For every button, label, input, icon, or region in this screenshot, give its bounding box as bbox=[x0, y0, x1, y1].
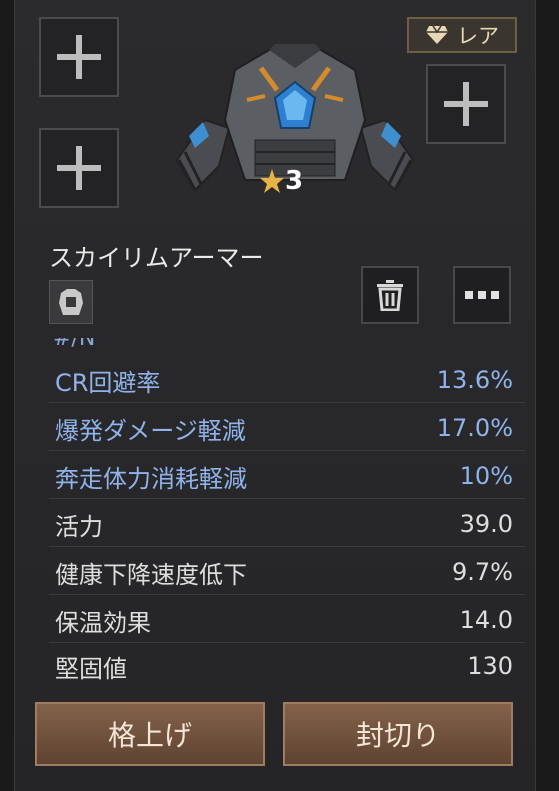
stat-value: 13.6% bbox=[436, 366, 513, 394]
trash-icon bbox=[377, 280, 403, 311]
plus-icon bbox=[57, 35, 101, 79]
stat-label: 奔走体力消耗軽減 bbox=[55, 464, 247, 493]
stat-row: 保温効果 14.0 bbox=[49, 598, 525, 643]
stat-label: 健康下降速度低下 bbox=[55, 560, 247, 589]
armor-category-icon bbox=[49, 280, 93, 324]
unseal-button[interactable]: 封切り bbox=[283, 702, 513, 766]
stat-label: CR回避率 bbox=[55, 368, 161, 397]
stat-label: 爆発ダメージ軽減 bbox=[55, 416, 246, 445]
stat-value: 17.0% bbox=[436, 414, 513, 442]
stat-row: 活力 39.0 bbox=[49, 502, 525, 547]
item-level-value: 3 bbox=[285, 166, 304, 196]
item-name: スカイリムアーマー bbox=[49, 244, 264, 272]
stat-value: 39.0 bbox=[459, 510, 513, 538]
stat-value: 14.0 bbox=[459, 606, 513, 634]
stat-value: 10% bbox=[459, 462, 513, 490]
star-icon bbox=[260, 169, 284, 193]
more-options-button[interactable] bbox=[453, 266, 511, 324]
stat-row: 奔走体力消耗軽減 10% bbox=[49, 454, 525, 499]
stat-value: 9.7% bbox=[452, 558, 513, 586]
diamond-icon bbox=[426, 25, 448, 44]
stat-row: 爆発ダメージ軽減 17.0% bbox=[49, 406, 525, 451]
stat-label: 堅固値 bbox=[55, 654, 127, 681]
stat-row: CR回避率 13.6% bbox=[49, 358, 525, 403]
empty-slot-top-left[interactable] bbox=[39, 17, 119, 97]
item-detail-panel: レア 3 スカイリムアーマー #/N CR回避率 13.6% 爆発ダメージ軽減 … bbox=[14, 0, 536, 791]
empty-slot-right[interactable] bbox=[426, 64, 506, 144]
stats-list[interactable]: #/N CR回避率 13.6% 爆発ダメージ軽減 17.0% 奔走体力消耗軽減 … bbox=[49, 338, 525, 680]
empty-slot-mid-left[interactable] bbox=[39, 128, 119, 208]
stat-row: 健康下降速度低下 9.7% bbox=[49, 550, 525, 595]
plus-icon bbox=[57, 146, 101, 190]
stats-partial-row: #/N bbox=[53, 338, 96, 351]
stat-label: 保温効果 bbox=[55, 608, 151, 637]
more-icon bbox=[465, 291, 499, 299]
stat-label: 活力 bbox=[55, 512, 103, 541]
discard-button[interactable] bbox=[361, 266, 419, 324]
upgrade-button[interactable]: 格上げ bbox=[35, 702, 265, 766]
stat-value: 130 bbox=[467, 652, 513, 680]
stat-row: 堅固値 130 bbox=[49, 644, 525, 680]
item-level: 3 bbox=[259, 166, 303, 196]
rarity-label: レア bbox=[457, 24, 499, 48]
plus-icon bbox=[444, 82, 488, 126]
